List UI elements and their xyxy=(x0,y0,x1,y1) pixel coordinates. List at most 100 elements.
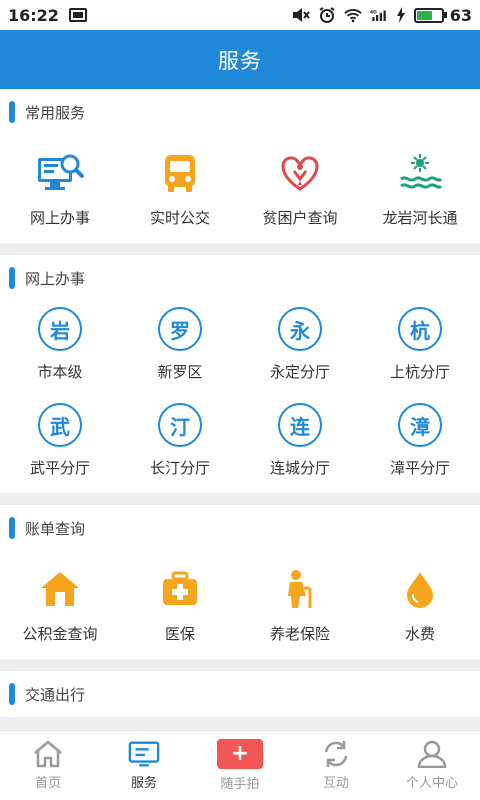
district-label: 新罗区 xyxy=(157,363,203,381)
status-time: 16:22 xyxy=(8,5,59,25)
district-item[interactable]: 杭 上杭分厅 xyxy=(360,301,480,397)
nav-label: 首页 xyxy=(34,776,61,791)
status-bar: 16:22 4G 63 xyxy=(0,0,480,30)
district-item[interactable]: 罗 新罗区 xyxy=(120,301,240,397)
district-item[interactable]: 永 永定分厅 xyxy=(240,301,360,397)
alarm-icon xyxy=(319,7,335,23)
section-common-services: 常用服务 网上办事 实时公交 贫困户查询 龙岩河长通 xyxy=(0,89,480,243)
battery-indicator: 63 xyxy=(413,5,472,25)
district-item[interactable]: 连 连城分厅 xyxy=(240,397,360,493)
section-title: 常用服务 xyxy=(25,103,86,122)
district-label: 武平分厅 xyxy=(29,459,90,477)
nav-label: 随手拍 xyxy=(220,777,260,792)
bill-label: 养老保险 xyxy=(269,625,330,643)
section-header: 网上办事 xyxy=(0,255,480,301)
service-label: 实时公交 xyxy=(149,209,210,227)
district-badge-icon: 武 xyxy=(38,403,82,447)
bill-label: 医保 xyxy=(164,625,195,643)
district-label: 永定分厅 xyxy=(269,363,330,381)
section-header: 交通出行 xyxy=(0,671,480,717)
service-river-chief[interactable]: 龙岩河长通 xyxy=(360,135,480,243)
section-online-affairs: 网上办事 岩 市本级 罗 新罗区 永 永定分厅 杭 上杭分厅 武 武平分厅 汀 … xyxy=(0,255,480,493)
home-icon xyxy=(32,740,64,768)
nav-home[interactable]: 首页 xyxy=(0,731,96,800)
district-badge-icon: 连 xyxy=(278,403,322,447)
nav-label: 服务 xyxy=(130,776,157,791)
section-title: 网上办事 xyxy=(25,269,86,288)
bill-water[interactable]: 水费 xyxy=(360,551,480,659)
nav-snapshot[interactable]: + 随手拍 xyxy=(192,731,288,800)
bill-housing-fund[interactable]: 公积金查询 xyxy=(0,551,120,659)
battery-fill xyxy=(416,10,432,20)
wifi-icon xyxy=(344,9,362,23)
district-label: 漳平分厅 xyxy=(389,459,450,477)
nav-service[interactable]: 服务 xyxy=(96,731,192,800)
section-header: 账单查询 xyxy=(0,505,480,551)
service-label: 龙岩河长通 xyxy=(382,209,458,227)
district-item[interactable]: 漳 漳平分厅 xyxy=(360,397,480,493)
service-label: 贫困户查询 xyxy=(262,209,338,227)
section-accent-bar xyxy=(9,517,15,539)
page-title: 服务 xyxy=(218,48,262,73)
nav-profile[interactable]: 个人中心 xyxy=(384,731,480,800)
bill-grid: 公积金查询 医保 养老保险 水费 xyxy=(0,551,480,659)
refresh-icon xyxy=(320,740,352,768)
district-item[interactable]: 武 武平分厅 xyxy=(0,397,120,493)
bus-icon xyxy=(156,149,204,197)
plus-icon: + xyxy=(217,739,263,769)
user-icon xyxy=(416,740,448,768)
district-badge-icon: 杭 xyxy=(398,307,442,351)
bill-pension-insurance[interactable]: 养老保险 xyxy=(240,551,360,659)
district-item[interactable]: 汀 长汀分厅 xyxy=(120,397,240,493)
medical-kit-icon xyxy=(156,565,204,613)
signal-type-label: 4G xyxy=(370,10,377,16)
nav-label: 互动 xyxy=(322,776,349,791)
section-title: 交通出行 xyxy=(25,685,86,704)
service-online-affairs[interactable]: 网上办事 xyxy=(0,135,120,243)
computer-search-icon xyxy=(36,149,84,197)
section-accent-bar xyxy=(9,267,15,289)
section-accent-bar xyxy=(9,101,15,123)
mute-icon xyxy=(292,8,310,22)
main-content[interactable]: 常用服务 网上办事 实时公交 贫困户查询 龙岩河长通 网上办事 岩 市本级 罗 … xyxy=(0,89,480,731)
district-label: 长汀分厅 xyxy=(149,459,210,477)
section-title: 账单查询 xyxy=(25,519,86,538)
nav-interact[interactable]: 互动 xyxy=(288,731,384,800)
district-badge-icon: 漳 xyxy=(398,403,442,447)
section-accent-bar xyxy=(9,683,15,705)
district-badge-icon: 罗 xyxy=(158,307,202,351)
message-notification-icon xyxy=(68,8,87,22)
service-grid: 网上办事 实时公交 贫困户查询 龙岩河长通 xyxy=(0,135,480,243)
nav-label: 个人中心 xyxy=(405,776,458,791)
district-badge-icon: 汀 xyxy=(158,403,202,447)
poverty-heart-icon xyxy=(276,149,324,197)
signal-icon: 4G xyxy=(370,10,386,21)
elderly-icon xyxy=(276,565,324,613)
battery-body xyxy=(413,7,444,23)
charging-icon xyxy=(396,7,405,23)
app-header: 服务 xyxy=(0,30,480,89)
district-badge-icon: 岩 xyxy=(38,307,82,351)
bottom-navigation: 首页 服务 + 随手拍 互动 个人中心 xyxy=(0,730,480,800)
section-header: 常用服务 xyxy=(0,89,480,135)
service-label: 网上办事 xyxy=(29,209,90,227)
service-icon xyxy=(128,740,160,768)
district-badge-icon: 永 xyxy=(278,307,322,351)
river-sun-icon xyxy=(396,149,444,197)
district-label: 上杭分厅 xyxy=(389,363,450,381)
house-icon xyxy=(36,565,84,613)
section-transport: 交通出行 xyxy=(0,671,480,717)
section-bill-query: 账单查询 公积金查询 医保 养老保险 水费 xyxy=(0,505,480,659)
water-drop-icon xyxy=(396,565,444,613)
district-item[interactable]: 岩 市本级 xyxy=(0,301,120,397)
service-realtime-bus[interactable]: 实时公交 xyxy=(120,135,240,243)
battery-tip xyxy=(443,12,447,18)
district-grid: 岩 市本级 罗 新罗区 永 永定分厅 杭 上杭分厅 武 武平分厅 汀 长汀分厅 xyxy=(0,301,480,493)
battery-level: 63 xyxy=(449,5,472,25)
bill-label: 公积金查询 xyxy=(22,625,98,643)
bill-medical-insurance[interactable]: 医保 xyxy=(120,551,240,659)
service-poverty-query[interactable]: 贫困户查询 xyxy=(240,135,360,243)
district-label: 市本级 xyxy=(37,363,83,381)
bill-label: 水费 xyxy=(404,625,435,643)
district-label: 连城分厅 xyxy=(269,459,330,477)
